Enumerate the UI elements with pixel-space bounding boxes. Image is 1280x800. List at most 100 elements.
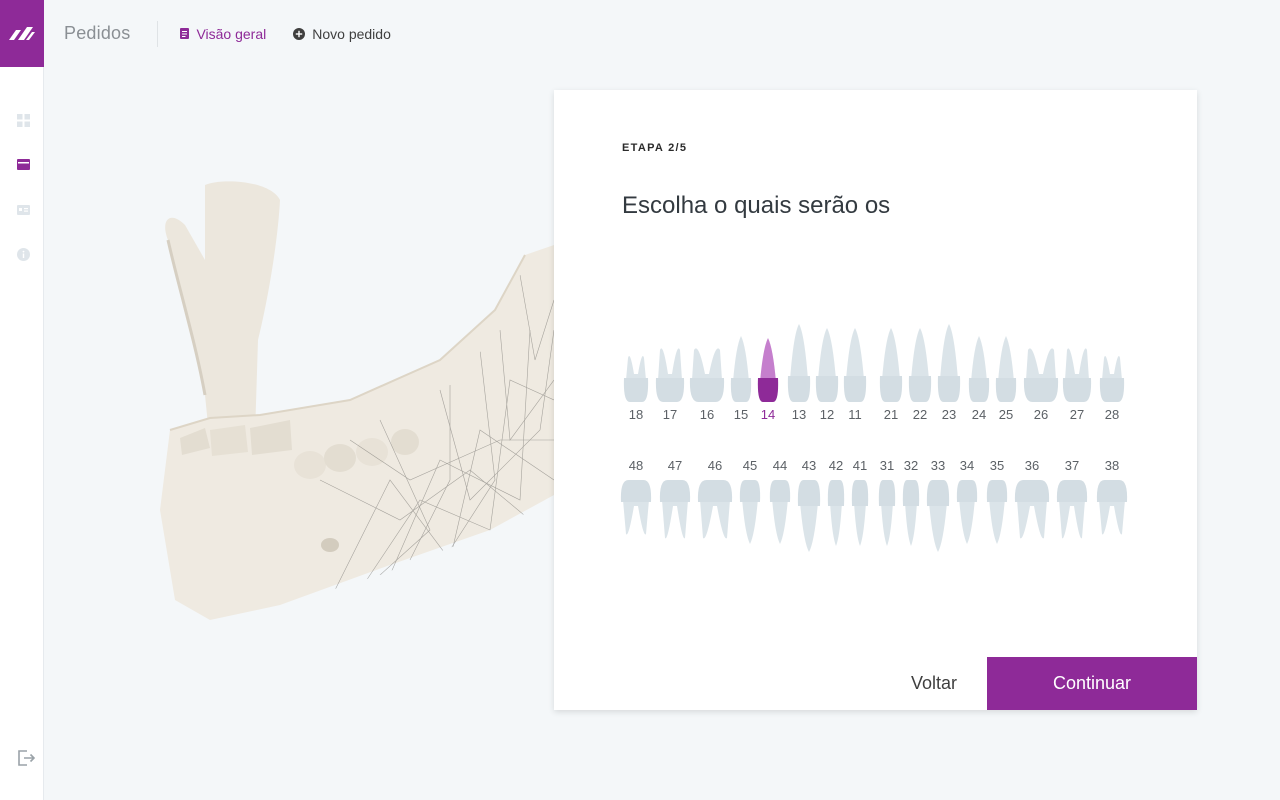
grid-icon[interactable] [16, 113, 30, 127]
tooth-38[interactable] [1096, 480, 1128, 535]
plus-circle-icon [293, 27, 306, 40]
tooth-number-label: 37 [1065, 458, 1079, 473]
tab-label: Novo pedido [312, 25, 391, 42]
tooth-crown [689, 378, 725, 402]
tooth-number-label: 18 [629, 407, 643, 422]
tooth-number-label: 21 [884, 407, 898, 422]
tooth-26[interactable] [1023, 348, 1059, 402]
tooth-crown [851, 480, 869, 506]
tooth-crown [878, 480, 896, 506]
tooth-number-label: 15 [734, 407, 748, 422]
tooth-root [1102, 356, 1122, 380]
tooth-45[interactable] [739, 480, 761, 544]
tooth-27[interactable] [1062, 348, 1092, 402]
tooth-number-label: 42 [829, 458, 843, 473]
document-icon [180, 28, 190, 39]
tooth-number-label: 44 [773, 458, 787, 473]
tooth-48[interactable] [620, 480, 652, 535]
tooth-42[interactable] [827, 480, 845, 546]
tooth-number-label: 25 [999, 407, 1013, 422]
tooth-crown [879, 376, 903, 402]
tooth-number-label: 41 [853, 458, 867, 473]
tooth-root [623, 500, 649, 535]
tooth-crown [655, 378, 685, 402]
tooth-number-label: 28 [1105, 407, 1119, 422]
top-bar: Pedidos Visão geral Novo pedido [44, 0, 1280, 67]
tooth-root [881, 502, 893, 546]
tooth-number-label: 23 [942, 407, 956, 422]
continue-button[interactable]: Continuar [987, 657, 1197, 710]
tooth-root [626, 356, 646, 380]
tooth-47[interactable] [659, 480, 691, 539]
tooth-root [846, 328, 864, 380]
tooth-24[interactable] [968, 336, 990, 402]
tooth-number-label: 17 [663, 407, 677, 422]
tooth-number-label: 43 [802, 458, 816, 473]
tab-visao-geral[interactable]: Visão geral [180, 26, 266, 42]
info-icon[interactable] [16, 247, 30, 261]
tooth-23[interactable] [937, 324, 961, 402]
tooth-31[interactable] [878, 480, 896, 546]
tooth-root [692, 348, 722, 380]
tooth-crown [1062, 378, 1092, 402]
tooth-17[interactable] [655, 348, 685, 402]
tab-novo-pedido[interactable]: Novo pedido [293, 26, 391, 42]
tooth-12[interactable] [815, 328, 839, 402]
tooth-number-label: 16 [700, 407, 714, 422]
tooth-root [1099, 500, 1125, 535]
tooth-root [733, 336, 749, 382]
tooth-28[interactable] [1099, 356, 1125, 402]
tooth-crown [757, 378, 779, 402]
back-button[interactable]: Voltar [884, 657, 984, 710]
tooth-13[interactable] [787, 324, 811, 402]
tooth-32[interactable] [902, 480, 920, 546]
id-card-icon[interactable] [16, 203, 30, 217]
tooth-33[interactable] [926, 480, 950, 552]
tooth-number-label: 32 [904, 458, 918, 473]
tooth-37[interactable] [1056, 480, 1088, 539]
tooth-number-label: 27 [1070, 407, 1084, 422]
tooth-15[interactable] [730, 336, 752, 402]
tooth-crown [697, 480, 733, 502]
tooth-44[interactable] [769, 480, 791, 544]
tooth-crown [902, 480, 920, 506]
tooth-41[interactable] [851, 480, 869, 546]
tooth-number-label: 14 [761, 407, 775, 422]
tooth-16[interactable] [689, 348, 725, 402]
tooth-36[interactable] [1014, 480, 1050, 539]
tooth-root [700, 500, 730, 539]
tooth-number-label: 36 [1025, 458, 1039, 473]
brand-logo-icon [9, 26, 35, 40]
tooth-14[interactable] [757, 338, 779, 402]
tooth-number-label: 34 [960, 458, 974, 473]
tooth-22[interactable] [908, 328, 932, 402]
jaw-illustration [150, 180, 560, 630]
tooth-35[interactable] [986, 480, 1008, 544]
tooth-root [662, 500, 688, 539]
tooth-crown [1023, 378, 1059, 402]
tooth-crown [787, 376, 811, 402]
tab-label: Visão geral [196, 25, 267, 42]
tooth-46[interactable] [697, 480, 733, 539]
header-divider [157, 20, 159, 47]
logout-icon[interactable] [17, 750, 35, 766]
tooth-11[interactable] [843, 328, 867, 402]
tooth-number-label: 26 [1034, 407, 1048, 422]
tooth-number-label: 46 [708, 458, 722, 473]
tooth-number-label: 33 [931, 458, 945, 473]
tooth-43[interactable] [797, 480, 821, 552]
tooth-crown [620, 480, 652, 502]
tooth-25[interactable] [995, 336, 1017, 402]
tooth-number-label: 12 [820, 407, 834, 422]
tooth-root [971, 336, 987, 382]
brand-logo[interactable] [0, 0, 44, 67]
tooth-root [658, 348, 682, 380]
box-icon[interactable] [16, 157, 30, 171]
tooth-number-label: 47 [668, 458, 682, 473]
tooth-crown [730, 378, 752, 402]
tooth-root [989, 498, 1005, 544]
tooth-18[interactable] [623, 356, 649, 402]
tooth-21[interactable] [879, 328, 903, 402]
tooth-34[interactable] [956, 480, 978, 544]
tooth-root [854, 502, 866, 546]
